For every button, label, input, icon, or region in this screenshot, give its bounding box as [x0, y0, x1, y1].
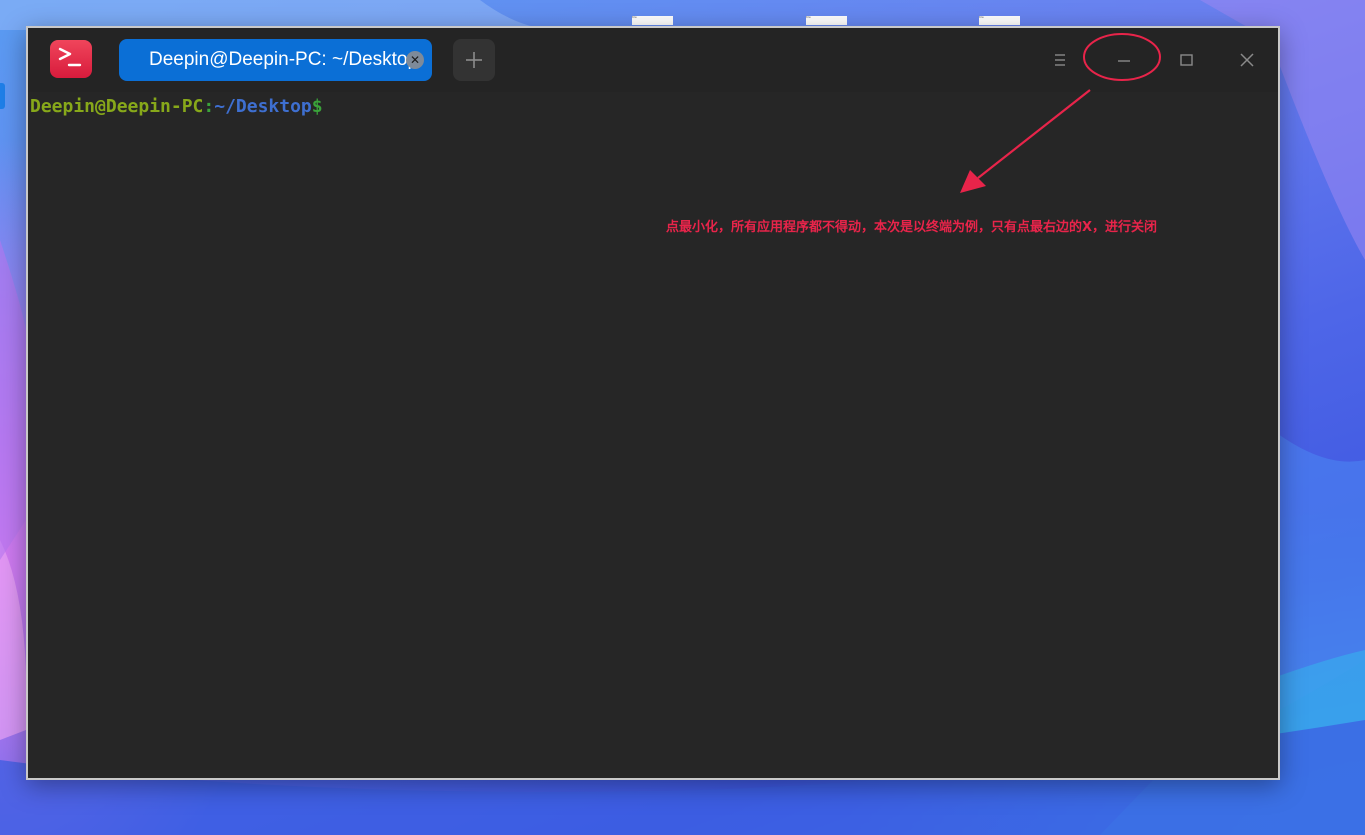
close-tab-icon[interactable]: ✕: [406, 51, 424, 69]
desktop: tile tile tile Deepin@Deepin-PC: ~/Deskt…: [0, 0, 1365, 835]
prompt-separator: :: [203, 96, 215, 117]
close-icon: [1240, 53, 1254, 67]
minimize-icon: [1118, 60, 1130, 62]
terminal-app-icon[interactable]: [50, 40, 92, 78]
minimize-button[interactable]: [1104, 40, 1144, 80]
terminal-prompt: Deepin@Deepin-PC:~/Desktop$: [30, 96, 323, 118]
terminal-output[interactable]: Deepin@Deepin-PC:~/Desktop$: [28, 92, 1278, 778]
desktop-thumbnail[interactable]: tile: [806, 16, 847, 25]
close-button[interactable]: [1227, 40, 1267, 80]
prompt-user: Deepin@Deepin-PC: [30, 96, 204, 117]
new-tab-button[interactable]: [453, 39, 495, 81]
titlebar[interactable]: Deepin@Deepin-PC: ~/Desktop ✕: [28, 28, 1278, 92]
annotation-text: 点最小化，所有应用程序都不得动，本次是以终端为例，只有点最右边的X，进行关闭: [666, 220, 1158, 235]
desktop-thumbnail[interactable]: tile: [632, 16, 673, 25]
desktop-thumbnail[interactable]: tile: [979, 16, 1020, 25]
dock-handle[interactable]: [0, 83, 5, 109]
terminal-window: Deepin@Deepin-PC: ~/Desktop ✕ Deepin@Dee…: [26, 26, 1280, 780]
tab-active[interactable]: Deepin@Deepin-PC: ~/Desktop ✕: [119, 39, 432, 81]
prompt-symbol: $: [311, 96, 323, 117]
menu-icon: [1055, 54, 1065, 66]
menu-button[interactable]: [1040, 40, 1080, 80]
maximize-button[interactable]: [1166, 40, 1206, 80]
maximize-icon: [1180, 54, 1193, 66]
tab-title: Deepin@Deepin-PC: ~/Desktop: [149, 49, 419, 70]
plus-icon: [466, 52, 482, 68]
prompt-path: ~/Desktop: [214, 96, 312, 117]
